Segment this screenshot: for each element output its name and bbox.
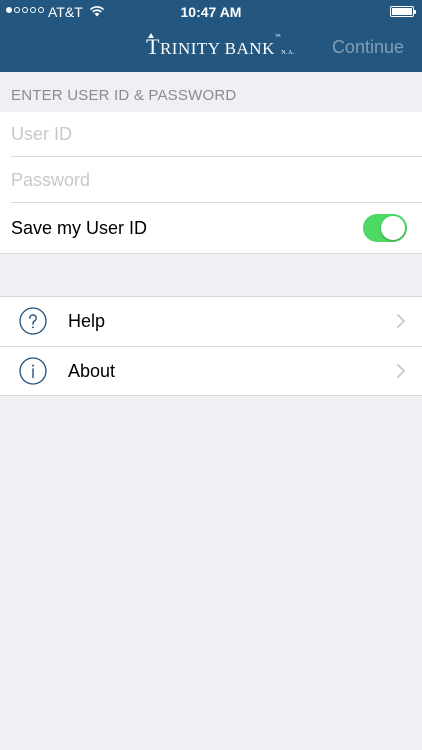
bank-logo: TRINITY BANK™ N.A. <box>146 34 295 60</box>
password-input[interactable] <box>11 158 411 203</box>
question-circle-icon <box>19 307 47 335</box>
logo-trademark: ™ <box>274 34 282 40</box>
save-user-id-label: Save my User ID <box>11 218 148 238</box>
battery-icon <box>390 6 416 17</box>
divider <box>11 202 422 203</box>
clock: 10:47 AM <box>180 4 242 20</box>
logo-wordmark: RINITY BANK <box>159 39 275 58</box>
divider <box>11 156 422 157</box>
chevron-right-icon <box>397 364 405 378</box>
menu-item-label: About <box>68 361 116 381</box>
menu-item-help[interactable]: Help <box>0 297 422 347</box>
login-form: Save my User ID <box>0 112 422 254</box>
logo-first-letter: T <box>146 34 160 59</box>
save-user-id-row: Save my User ID <box>0 204 422 254</box>
status-bar: AT&T 10:47 AM <box>0 0 422 24</box>
logo-suffix: N.A. <box>281 50 295 56</box>
password-row <box>0 158 422 203</box>
menu-item-label: Help <box>68 311 106 331</box>
info-menu: Help About <box>0 296 422 396</box>
login-section-header: ENTER USER ID & PASSWORD <box>11 87 237 104</box>
navigation-bar: AT&T 10:47 AM TRINITY BANK™ N.A. Continue <box>0 0 422 72</box>
toggle-knob <box>381 216 405 240</box>
menu-item-about[interactable]: About <box>0 347 422 396</box>
user-id-input[interactable] <box>11 112 411 157</box>
chevron-right-icon <box>397 314 405 328</box>
save-user-id-toggle[interactable] <box>363 214 407 242</box>
continue-button[interactable]: Continue <box>332 37 404 58</box>
user-id-row <box>0 112 422 157</box>
info-circle-icon <box>19 357 47 385</box>
